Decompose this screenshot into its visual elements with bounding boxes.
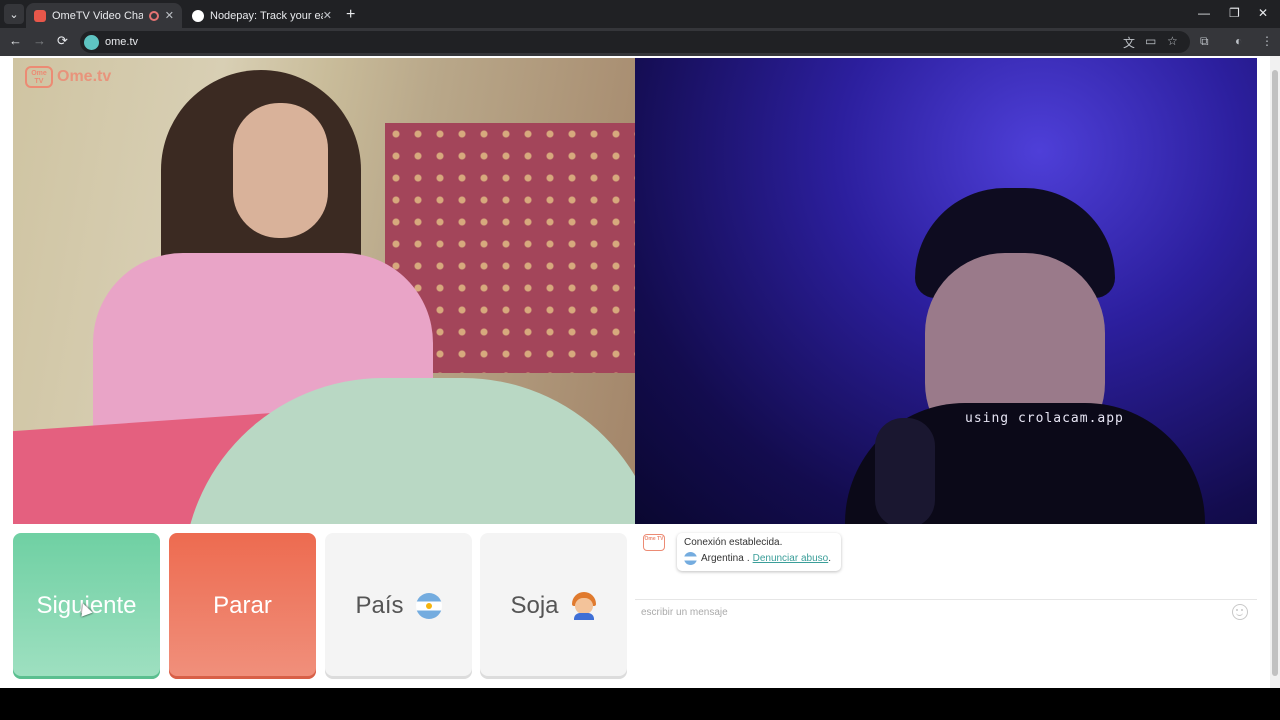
nodepay-favicon-icon — [192, 9, 204, 22]
microphone — [875, 418, 935, 524]
tab-strip: ⌄ OmeTV Video Chat — Alte ✕ Nodepay: Tra… — [0, 0, 1280, 28]
gender-button-label: Soja — [510, 592, 559, 619]
ometv-watermark: Ome TV Ome.tv — [25, 66, 111, 88]
argentina-flag-icon — [684, 552, 697, 565]
bottom-letterbox — [0, 688, 1280, 720]
tab-ometv[interactable]: OmeTV Video Chat — Alte ✕ — [26, 3, 182, 28]
cast-icon[interactable]: ▭ — [1145, 34, 1156, 48]
menu-kebab-icon[interactable]: ⋮ — [1261, 34, 1273, 48]
restore-button[interactable]: ❐ — [1229, 6, 1240, 20]
person-face — [233, 103, 328, 238]
emoji-smile-icon[interactable] — [1232, 604, 1248, 620]
bookmark-star-icon[interactable]: ☆ — [1167, 34, 1178, 48]
tab-title: Nodepay: Track your earnings — [210, 9, 323, 22]
stop-button[interactable]: Parar — [169, 533, 316, 679]
tab-title: OmeTV Video Chat — Alte — [52, 9, 143, 22]
page-scrollbar[interactable] — [1270, 56, 1280, 688]
tab-nodepay[interactable]: Nodepay: Track your earnings ✕ — [184, 3, 340, 28]
tab-close-icon[interactable]: ✕ — [323, 9, 332, 22]
crolacam-watermark: using crolacam.app — [965, 411, 1124, 426]
minimize-button[interactable]: — — [1198, 6, 1210, 20]
gender-filter-button[interactable]: Soja — [480, 533, 627, 679]
report-suffix: . — [828, 553, 831, 564]
ometv-logo-icon: Ome TV — [643, 534, 665, 551]
boy-emoji-icon — [571, 592, 597, 620]
country-button-label: País — [355, 592, 404, 619]
chat-input-bar — [635, 599, 1257, 623]
connection-status: Conexión establecida. — [684, 537, 783, 548]
report-abuse-link[interactable]: Denunciar abuso — [753, 553, 829, 564]
url-text[interactable]: ome.tv — [105, 36, 138, 48]
message-input[interactable] — [641, 604, 1221, 620]
forward-button[interactable]: → — [33, 33, 46, 48]
recording-icon — [148, 10, 159, 21]
partner-country: Argentina — [701, 553, 744, 564]
profile-icon[interactable]: ◐ — [1235, 34, 1242, 48]
tab-search-chevron-icon[interactable]: ⌄ — [4, 4, 24, 24]
reload-button[interactable]: ⟳ — [57, 33, 68, 49]
back-button[interactable]: ← — [9, 33, 22, 48]
browser-toolbar: ← → ⟳ ome.tv 文 ▭ ☆ ⧉ ◐ ⋮ — [0, 28, 1280, 56]
tab-close-icon[interactable]: ✕ — [165, 9, 174, 22]
ometv-logo-icon: Ome TV — [25, 66, 53, 88]
site-info-icon[interactable] — [84, 34, 99, 50]
close-window-button[interactable]: ✕ — [1258, 6, 1268, 20]
scrollbar-thumb[interactable] — [1272, 70, 1278, 676]
country-filter-button[interactable]: País — [325, 533, 472, 679]
stop-button-label: Parar — [213, 592, 272, 619]
separator: . — [746, 553, 750, 564]
system-message: Conexión establecida. Argentina . Denunc… — [677, 533, 841, 571]
address-bar[interactable]: ome.tv — [80, 31, 1190, 53]
extensions-icon[interactable]: ⧉ — [1200, 34, 1209, 49]
ometv-page: Ome TV Ome.tv using crolacam.app Siguien… — [0, 56, 1270, 688]
stranger-video: Ome TV Ome.tv — [13, 58, 635, 524]
ometv-favicon-icon — [34, 9, 46, 22]
argentina-flag-icon — [415, 593, 442, 619]
translate-icon[interactable]: 文 — [1123, 34, 1135, 51]
ometv-watermark-text: Ome.tv — [57, 68, 112, 85]
new-tab-button[interactable]: + — [346, 6, 355, 24]
self-video: using crolacam.app — [635, 58, 1257, 524]
